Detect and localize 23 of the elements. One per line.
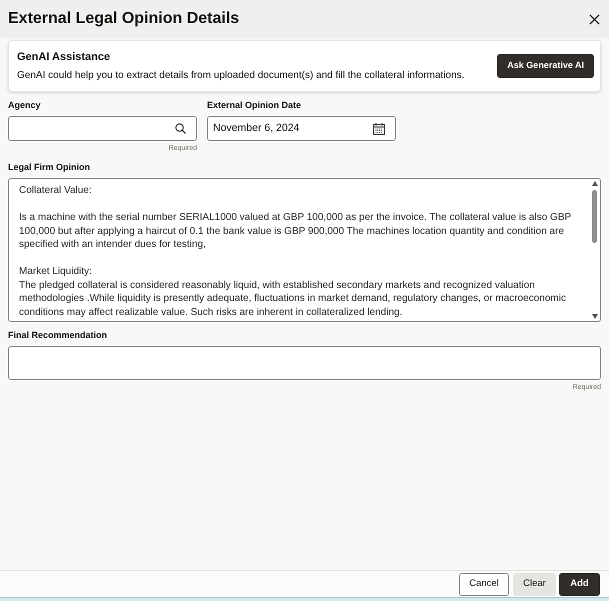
add-button[interactable]: Add xyxy=(559,572,600,596)
field-label: Legal Firm Opinion xyxy=(8,161,90,173)
ask-generative-ai-button[interactable]: Ask Generative AI xyxy=(497,54,594,78)
date-field[interactable]: November 6, 2024 xyxy=(207,116,396,141)
calendar-icon[interactable] xyxy=(373,122,385,134)
close-button[interactable] xyxy=(587,12,601,26)
genai-title: GenAI Assistance xyxy=(17,50,110,64)
scrollbar[interactable] xyxy=(591,181,598,319)
scroll-down-icon[interactable] xyxy=(592,314,598,319)
field-label: Final Recommendation xyxy=(8,329,108,341)
final-recommendation-field[interactable] xyxy=(8,346,601,380)
field-label: External Opinion Date xyxy=(207,99,302,111)
cancel-button[interactable]: Cancel xyxy=(459,572,509,596)
dialog-title: External Legal Opinion Details xyxy=(8,11,240,27)
scrollbar-thumb[interactable] xyxy=(592,190,597,243)
field-label: Agency xyxy=(8,99,41,111)
genai-description: GenAI could help you to extract details from uploaded document(s) and fill the collateral informations. xyxy=(17,68,464,82)
search-icon[interactable] xyxy=(175,123,186,134)
scroll-up-icon[interactable] xyxy=(592,181,598,186)
search-field[interactable] xyxy=(8,116,197,141)
close-icon xyxy=(588,14,600,24)
legal-opinion-textarea[interactable]: Collateral Value: Is a machine with the serial number SERIAL1000 valued at GBP 100,000 as per the invoice. The collateral value is also GBP 100,000 but after applying a haircut of 0.1 the bank value is GBP 900,000 The machines location quantity and condition are specified with an intender dues for testing, Market Liquidity: The pledged collateral is considered reasonably liquid, with established secondary markets and recognized valuation methodologies .While liquidity is presently adequate, fluctuations in market demand, regulatory changes, or macroeconomic conditions may affect realizable value. Such risks are inherent in collateralized lending. xyxy=(8,178,601,322)
clear-button[interactable]: Clear xyxy=(513,572,556,596)
